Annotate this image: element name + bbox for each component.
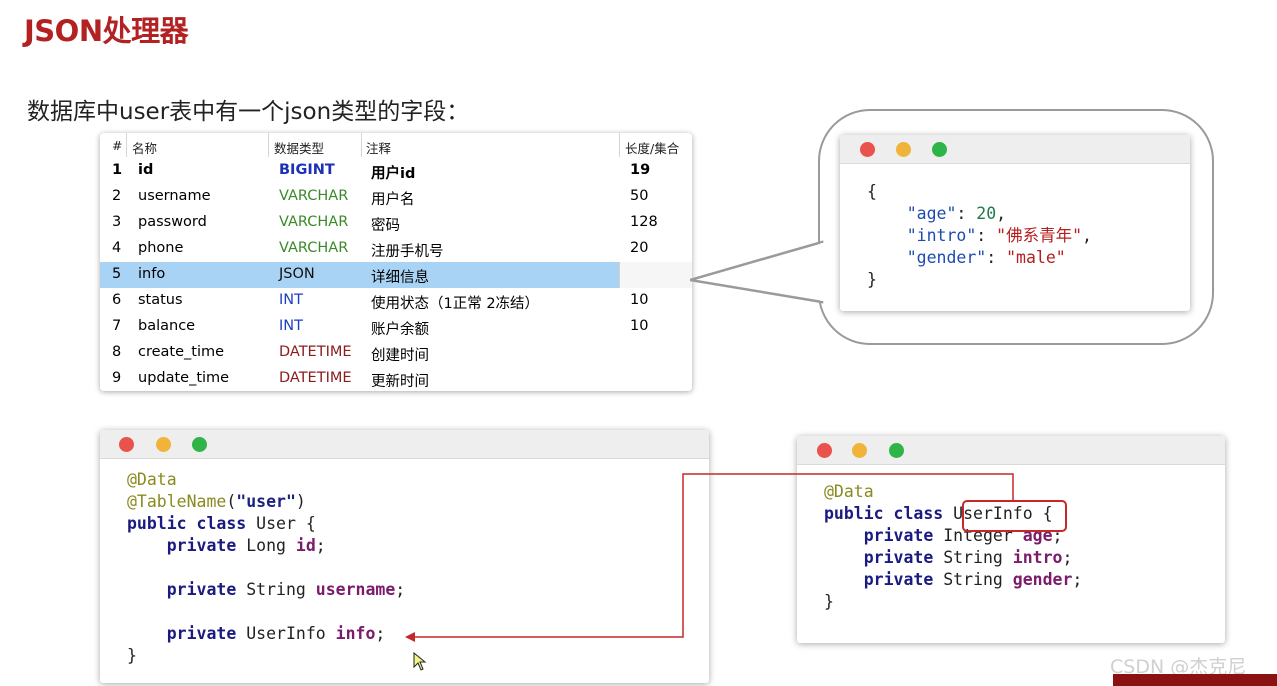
footer-bar (1113, 674, 1277, 686)
connector-arrow (405, 473, 1014, 642)
mouse-cursor-icon (413, 652, 427, 671)
